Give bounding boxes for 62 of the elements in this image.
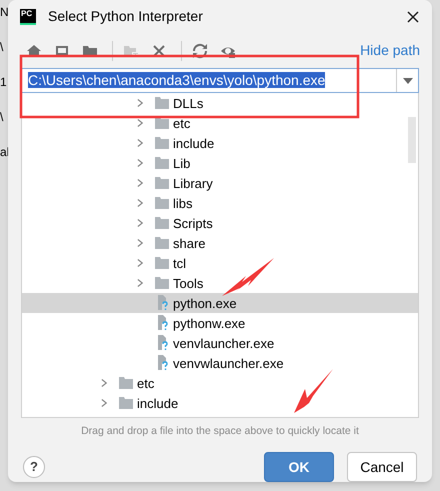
- background-text: 1: [0, 75, 8, 89]
- hint-text: Drag and drop a file into the space above to quickly locate it: [80, 424, 360, 440]
- chevron-right-icon[interactable]: [101, 398, 108, 408]
- tree-item[interactable]: venvlauncher.exe: [22, 333, 418, 354]
- ok-button[interactable]: OK: [264, 452, 334, 482]
- tree-item[interactable]: Scripts: [22, 213, 418, 234]
- folder-icon: [155, 137, 169, 150]
- hide-path-link[interactable]: Hide path: [360, 40, 420, 62]
- folder-icon: [155, 157, 169, 170]
- tree-item[interactable]: tcl: [22, 253, 418, 274]
- tree-item[interactable]: include: [22, 393, 418, 414]
- chevron-right-icon[interactable]: [137, 138, 144, 148]
- folder-icon: [155, 117, 169, 130]
- tree-item[interactable]: pythonw.exe: [22, 313, 418, 334]
- help-button[interactable]: ?: [23, 456, 45, 478]
- unknown-file-icon: [155, 315, 169, 332]
- chevron-right-icon[interactable]: [137, 178, 144, 188]
- dropdown-arrow-icon[interactable]: [402, 78, 412, 84]
- tree-item[interactable]: Library: [22, 173, 418, 194]
- tree-item[interactable]: etc: [22, 373, 418, 394]
- path-field[interactable]: C:\Users\chen\anaconda3\envs\yolo\python.exe: [21, 68, 419, 94]
- app-logo: PC: [20, 8, 36, 25]
- annotation-arrow: [222, 258, 274, 296]
- folder-icon: [119, 397, 133, 410]
- folder-icon: [155, 177, 169, 190]
- tree-item[interactable]: venvwlauncher.exe: [22, 353, 418, 374]
- chevron-right-icon[interactable]: [137, 98, 144, 108]
- folder-icon: [119, 377, 133, 390]
- tree-item[interactable]: Lib: [22, 153, 418, 174]
- chevron-right-icon[interactable]: [137, 238, 144, 248]
- cancel-button[interactable]: Cancel: [347, 452, 417, 482]
- chevron-right-icon[interactable]: [137, 258, 144, 268]
- scrollbar-thumb[interactable]: [408, 117, 416, 164]
- tree-item[interactable]: include: [22, 133, 418, 154]
- background-text: N: [0, 5, 10, 19]
- unknown-file-icon: [155, 295, 169, 312]
- close-icon[interactable]: [406, 10, 420, 24]
- folder-icon: [155, 237, 169, 250]
- tree-item[interactable]: share: [22, 233, 418, 254]
- window-title: Select Python Interpreter: [48, 7, 204, 26]
- tree-item[interactable]: DLLs: [22, 93, 418, 114]
- unknown-file-icon: [155, 335, 169, 352]
- chevron-right-icon[interactable]: [137, 218, 144, 228]
- tree-item[interactable]: Tools: [22, 273, 418, 294]
- folder-icon: [155, 217, 169, 230]
- chevron-right-icon[interactable]: [137, 158, 144, 168]
- background-text: \: [0, 110, 4, 124]
- tree-item[interactable]: python.exe: [22, 293, 418, 314]
- folder-icon: [155, 277, 169, 290]
- folder-icon: [155, 257, 169, 270]
- tree-item[interactable]: libs: [22, 193, 418, 214]
- chevron-right-icon[interactable]: [101, 378, 108, 388]
- tree-item[interactable]: etc: [22, 113, 418, 134]
- refresh-icon[interactable]: [192, 42, 208, 59]
- annotation-arrow: [294, 369, 333, 413]
- unknown-file-icon: [155, 355, 169, 372]
- folder-icon: [155, 97, 169, 110]
- background-text: \: [0, 40, 4, 54]
- chevron-right-icon[interactable]: [137, 118, 144, 128]
- chevron-right-icon[interactable]: [137, 278, 144, 288]
- chevron-right-icon[interactable]: [137, 198, 144, 208]
- folder-icon: [155, 197, 169, 210]
